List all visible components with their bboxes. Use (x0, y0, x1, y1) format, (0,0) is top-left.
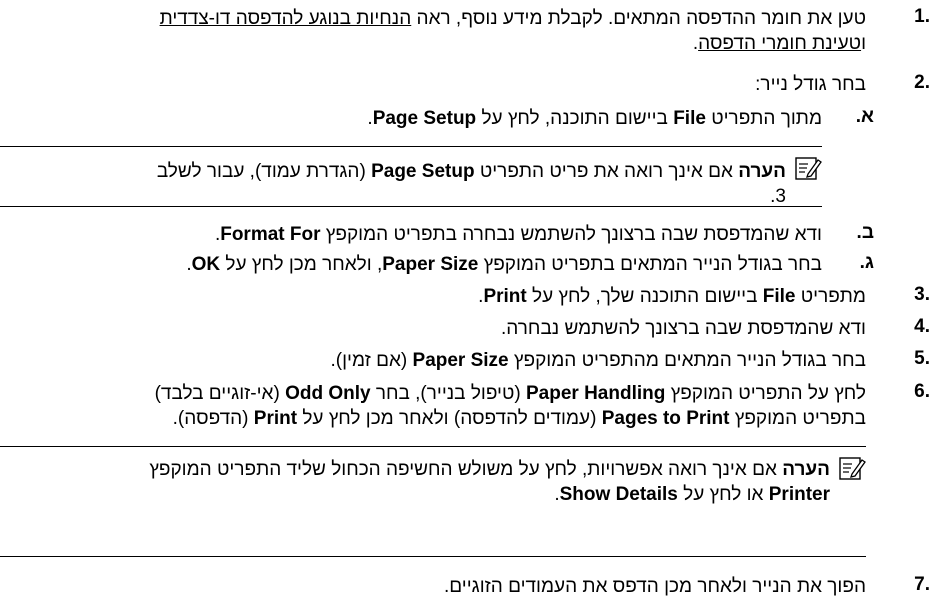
step-number: 4. (914, 316, 930, 337)
step-number: 3. (914, 284, 930, 305)
note-text: הערה אם אינך רואה אפשרויות, לחץ על משולש… (149, 459, 830, 505)
substep-letter: ב. (856, 222, 874, 243)
step-text: הפוך את הנייר ולאחר מכן הדפס את העמודים … (444, 576, 866, 597)
substep-a: א. מתוך התפריט File ביישום התוכנה, לחץ ע… (0, 106, 930, 131)
note-box: הערה אם אינך רואה את פריט התפריט Page Se… (0, 146, 822, 207)
step-4: 4. ודא שהמדפסת שבה ברצונך להשתמש נבחרה. (0, 316, 930, 341)
step-number: 6. (914, 381, 930, 402)
step-6: 6. לחץ על התפריט המוקפץ Paper Handling (… (0, 381, 930, 433)
step-number: 5. (914, 348, 930, 369)
step-7: 7. הפוך את הנייר ולאחר מכן הדפס את העמוד… (0, 574, 930, 599)
step-1: 1. טען את חומר ההדפסה המתאים. לקבלת מידע… (0, 6, 930, 58)
note-text: הערה אם אינך רואה את פריט התפריט Page Se… (156, 161, 786, 207)
note-label: הערה (782, 459, 830, 480)
substep-text: בחר בגודל הנייר המתאים בתפריט המוקפץ Pap… (186, 254, 822, 275)
step-text: מתפריט File ביישום התוכנה שלך, לחץ על Pr… (478, 286, 866, 307)
document-page: 1. טען את חומר ההדפסה המתאים. לקבלת מידע… (0, 0, 930, 597)
substep-text: מתוך התפריט File ביישום התוכנה, לחץ על P… (367, 108, 822, 129)
substep-text: ודא שהמדפסת שבה ברצונך להשתמש נבחרה בתפר… (214, 224, 822, 245)
substep-c: ג. בחר בגודל הנייר המתאים בתפריט המוקפץ … (0, 252, 930, 277)
step-text: לחץ על התפריט המוקפץ Paper Handling (טיפ… (154, 383, 866, 429)
link-duplex-guidelines[interactable]: הנחיות בנוגע להדפסה דו-צדדית (160, 8, 412, 29)
divider (0, 206, 822, 207)
step-number: 1. (914, 6, 930, 27)
note-box: הערה אם אינך רואה אפשרויות, לחץ על משולש… (0, 446, 866, 507)
substep-b: ב. ודא שהמדפסת שבה ברצונך להשתמש נבחרה ב… (0, 222, 930, 247)
divider (0, 556, 866, 557)
substep-letter: ג. (859, 252, 874, 273)
step-text: ודא שהמדפסת שבה ברצונך להשתמש נבחרה. (501, 318, 866, 339)
step-3: 3. מתפריט File ביישום התוכנה שלך, לחץ על… (0, 284, 930, 309)
step-2: 2. בחר גודל נייר: (0, 72, 930, 97)
substep-letter: א. (855, 106, 874, 127)
step-number: 2. (914, 72, 930, 93)
step-5: 5. בחר בגודל הנייר המתאים מהתפריט המוקפץ… (0, 348, 930, 373)
note-pencil-icon (839, 457, 866, 480)
step-text: טען את חומר ההדפסה המתאים. לקבלת מידע נו… (159, 8, 866, 54)
step-text: בחר גודל נייר: (755, 74, 866, 95)
link-load-media[interactable]: טעינת חומרי הדפסה (698, 33, 861, 54)
step-text: בחר בגודל הנייר המתאים מהתפריט המוקפץ Pa… (330, 350, 866, 371)
note-label: הערה (738, 161, 786, 182)
note-pencil-icon (795, 157, 822, 180)
